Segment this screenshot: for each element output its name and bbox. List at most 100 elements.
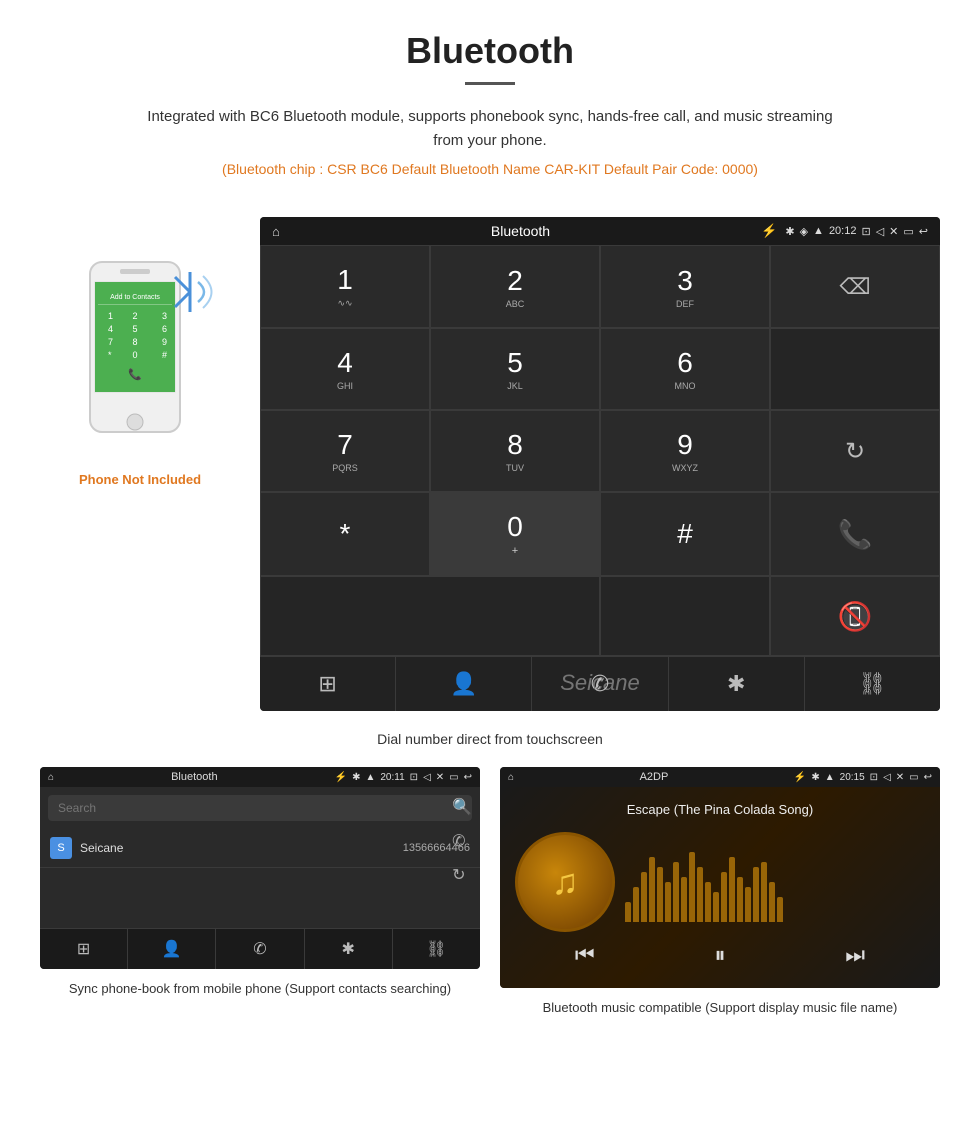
eq-bar	[641, 872, 647, 922]
key-refresh[interactable]: ↻	[770, 410, 940, 492]
svg-text:9: 9	[162, 337, 167, 347]
phone-not-included-label: Phone Not Included	[79, 472, 201, 487]
key-5[interactable]: 5 JKL	[430, 328, 600, 410]
page-description: Integrated with BC6 Bluetooth module, su…	[140, 105, 840, 153]
nav-phone[interactable]: ✆	[532, 657, 668, 711]
pb-nav-link[interactable]: ⛓	[393, 929, 480, 969]
key-4[interactable]: 4 GHI	[260, 328, 430, 410]
key-0[interactable]: 0 +	[430, 492, 600, 576]
key-backspace[interactable]: ⌫	[770, 245, 940, 328]
nav-contacts[interactable]: 👤	[396, 657, 532, 711]
close-icon[interactable]: ✕	[889, 225, 898, 238]
svg-text:Add to Contacts: Add to Contacts	[110, 294, 160, 301]
car-dial-screen: ⌂ Bluetooth ⚡ ✱ ◈ ▲ 20:12 ⊡ ◁ ✕ ▭ ↩	[260, 217, 940, 711]
svg-text:2: 2	[132, 311, 137, 321]
nav-link[interactable]: ⛓	[805, 657, 940, 711]
eq-bar	[681, 877, 687, 922]
phonebook-search-input[interactable]	[48, 795, 472, 821]
music-note-icon: ♫	[552, 861, 579, 903]
pb-bottom-nav: ⊞ 👤 ✆ ✱ ⛓	[40, 928, 480, 969]
pb-status-bar: ⌂ Bluetooth ⚡ ✱ ▲ 20:11 ⊡ ◁ ✕ ▭ ↩	[40, 767, 480, 787]
eq-bar	[721, 872, 727, 922]
nav-grid[interactable]: ⊞	[260, 657, 396, 711]
music-controls: ⏮ ⏸ ⏭	[515, 932, 925, 973]
play-pause-button[interactable]: ⏸	[714, 942, 725, 968]
dial-screen-title: Bluetooth	[288, 223, 753, 239]
eq-bar	[713, 892, 719, 922]
key-3[interactable]: 3 DEF	[600, 245, 770, 328]
music-close[interactable]: ✕	[896, 772, 904, 783]
eq-bar	[737, 877, 743, 922]
volume-icon[interactable]: ◁	[876, 225, 884, 238]
eq-bar	[777, 897, 783, 922]
key-empty-2	[260, 576, 600, 656]
music-bt-icon: ✱	[811, 772, 819, 783]
music-screen: ⌂ A2DP ⚡ ✱ ▲ 20:15 ⊡ ◁ ✕ ▭ ↩ Escape (The…	[500, 767, 940, 988]
svg-text:0: 0	[132, 350, 137, 360]
pb-nav-grid[interactable]: ⊞	[40, 929, 128, 969]
pb-win-icon[interactable]: ▭	[449, 772, 458, 783]
search-icon[interactable]: 🔍	[452, 797, 472, 817]
svg-text:5: 5	[132, 324, 137, 334]
pb-side-icons: 🔍 ✆ ↻	[452, 797, 472, 885]
svg-text:📞: 📞	[128, 367, 142, 381]
call-icon[interactable]: ✆	[452, 831, 472, 851]
key-8[interactable]: 8 TUV	[430, 410, 600, 492]
contact-name: Seicane	[80, 841, 403, 855]
main-section: Add to Contacts 1 2 3 4 5 6 7 8 9 * 0 # …	[0, 207, 980, 721]
page-header: Bluetooth Integrated with BC6 Bluetooth …	[0, 0, 980, 207]
eq-bar	[657, 867, 663, 922]
music-back[interactable]: ↩	[924, 772, 932, 783]
pb-cam-icon: ⊡	[410, 772, 418, 783]
prev-button[interactable]: ⏮	[575, 942, 595, 968]
pb-signal-icon: ▲	[365, 772, 375, 783]
pb-vol-icon[interactable]: ◁	[423, 772, 431, 783]
music-cam: ⊡	[870, 772, 878, 783]
pb-home-icon[interactable]: ⌂	[48, 772, 54, 783]
bottom-screens: ⌂ Bluetooth ⚡ ✱ ▲ 20:11 ⊡ ◁ ✕ ▭ ↩ S Seic	[0, 767, 980, 1018]
svg-text:4: 4	[108, 324, 113, 334]
key-call[interactable]: 📞	[770, 492, 940, 576]
eq-bar	[753, 867, 759, 922]
key-1[interactable]: 1 ∿∿	[260, 245, 430, 328]
refresh-icon[interactable]: ↻	[452, 865, 472, 885]
phone-side: Add to Contacts 1 2 3 4 5 6 7 8 9 * 0 # …	[40, 217, 240, 487]
music-win[interactable]: ▭	[909, 772, 918, 783]
pb-nav-bt[interactable]: ✱	[305, 929, 393, 969]
phonebook-search-area	[40, 787, 480, 829]
pb-back-icon[interactable]: ↩	[464, 772, 472, 783]
pb-bt-icon: ✱	[352, 772, 360, 783]
pb-nav-contacts[interactable]: 👤	[128, 929, 216, 969]
contact-row[interactable]: S Seicane 13566664466	[40, 829, 480, 868]
back-icon[interactable]: ↩	[919, 225, 928, 238]
window-icon[interactable]: ▭	[903, 225, 913, 238]
music-vol[interactable]: ◁	[883, 772, 891, 783]
key-hash[interactable]: #	[600, 492, 770, 576]
svg-text:1: 1	[108, 311, 113, 321]
eq-bar	[649, 857, 655, 922]
time-display: 20:12	[829, 225, 857, 237]
dialpad: 1 ∿∿ 2 ABC 3 DEF ⌫ 4 GHI	[260, 245, 940, 656]
key-2[interactable]: 2 ABC	[430, 245, 600, 328]
phonebook-screen: ⌂ Bluetooth ⚡ ✱ ▲ 20:11 ⊡ ◁ ✕ ▭ ↩ S Seic	[40, 767, 480, 969]
key-7[interactable]: 7 PQRS	[260, 410, 430, 492]
key-9[interactable]: 9 WXYZ	[600, 410, 770, 492]
pb-close-icon[interactable]: ✕	[436, 772, 444, 783]
nav-bluetooth[interactable]: ✱	[669, 657, 805, 711]
phone-illustration: Add to Contacts 1 2 3 4 5 6 7 8 9 * 0 # …	[80, 257, 200, 457]
music-caption: Bluetooth music compatible (Support disp…	[543, 998, 898, 1018]
pb-nav-phone[interactable]: ✆	[216, 929, 304, 969]
key-empty-3	[600, 576, 770, 656]
next-button[interactable]: ⏭	[845, 942, 865, 968]
eq-bar	[745, 887, 751, 922]
eq-bar	[665, 882, 671, 922]
home-icon[interactable]: ⌂	[272, 224, 280, 239]
key-star[interactable]: *	[260, 492, 430, 576]
contact-avatar: S	[50, 837, 72, 859]
eq-bar	[729, 857, 735, 922]
key-end-call[interactable]: 📵	[770, 576, 940, 656]
page-title: Bluetooth	[20, 30, 960, 72]
svg-text:7: 7	[108, 337, 113, 347]
music-home-icon[interactable]: ⌂	[508, 772, 514, 783]
key-6[interactable]: 6 MNO	[600, 328, 770, 410]
